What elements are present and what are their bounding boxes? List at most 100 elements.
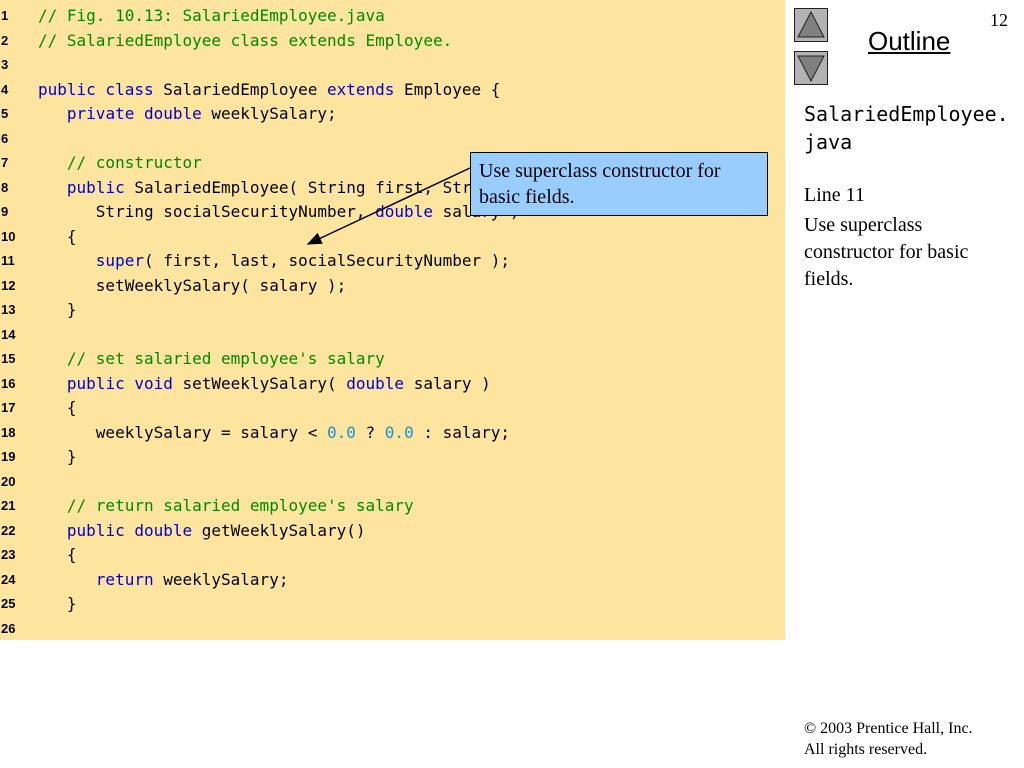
code-token: 0.0 (384, 422, 414, 442)
next-slide-button[interactable] (794, 51, 828, 85)
code-text: } (38, 298, 77, 322)
code-text: setWeeklySalary( salary ); (38, 274, 346, 298)
code-token: } (38, 447, 77, 466)
code-token: 0.0 (326, 422, 356, 442)
code-text: weeklySalary = salary < 0.0 ? 0.0 : sala… (38, 421, 510, 445)
code-text: public class SalariedEmployee extends Em… (38, 78, 500, 102)
code-token: super (95, 251, 144, 270)
code-token: weeklySalary; (153, 569, 289, 589)
line-number: 22 (1, 522, 16, 538)
code-token: double (375, 202, 433, 221)
copyright-line-1: © 2003 Prentice Hall, Inc. (804, 718, 973, 739)
code-text: public void setWeeklySalary( double sala… (38, 372, 491, 396)
code-token: extends (326, 79, 395, 99)
line-number: 12 (1, 277, 16, 293)
code-text: } (38, 592, 77, 616)
code-token: // Fig. 10.13: SalariedEmployee.java (38, 6, 385, 25)
code-token: // return salaried employee's salary (38, 496, 414, 515)
code-token: { (38, 398, 77, 417)
code-token: getWeeklySalary() (192, 520, 366, 540)
previous-slide-button[interactable] (794, 8, 828, 42)
code-token: { (38, 226, 77, 246)
copyright-notice: © 2003 Prentice Hall, Inc. All rights re… (804, 718, 973, 760)
line-number: 8 (1, 179, 9, 195)
line-number: 9 (1, 204, 9, 219)
code-text: String socialSecurityNumber, double sala… (38, 200, 520, 224)
code-text: private double weeklySalary; (38, 102, 337, 126)
code-text: // SalariedEmployee class extends Employ… (38, 29, 452, 53)
code-text: // set salaried employee's salary (38, 347, 385, 371)
line-description: Use superclass constructor for basic fie… (804, 214, 969, 290)
code-text: // return salaried employee's salary (38, 494, 414, 518)
line-number: 6 (1, 130, 9, 146)
code-token: public double (66, 520, 193, 540)
callout-box: Use superclass constructor for basic fie… (470, 152, 768, 216)
file-name-label: SalariedEmployee.java (804, 102, 1009, 154)
code-token: ? (355, 422, 385, 442)
code-token: } (38, 594, 77, 613)
code-token: weeklySalary; (201, 104, 337, 123)
callout-text: Use superclass constructor for basic fie… (479, 160, 721, 208)
code-token: setWeeklySalary( (172, 373, 347, 393)
line-number: 13 (1, 302, 16, 317)
line-number: 19 (1, 449, 16, 464)
code-token: salary ) (404, 373, 491, 393)
code-token: return (95, 569, 154, 589)
copyright-line-2: All rights reserved. (804, 741, 928, 758)
code-token: : salary; (413, 422, 511, 442)
triangle-down-icon (797, 55, 825, 83)
triangle-up-icon (797, 10, 825, 38)
code-token: double (346, 373, 405, 393)
line-number: 15 (1, 351, 16, 366)
line-number: 10 (1, 228, 16, 244)
line-number: 23 (1, 547, 16, 562)
line-number: 5 (1, 106, 9, 121)
code-token: // set salaried employee's salary (38, 349, 385, 368)
code-token: } (38, 300, 77, 319)
code-text: { (38, 225, 77, 249)
line-number: 14 (1, 326, 16, 342)
code-token: SalariedEmployee (153, 79, 327, 99)
copyright-text: 2003 Prentice Hall, Inc. (816, 720, 973, 737)
line-number: 26 (1, 620, 16, 636)
line-number: 21 (1, 498, 16, 513)
page-number: 12 (990, 10, 1008, 30)
code-token: public (66, 177, 125, 197)
code-token: Employee { (394, 79, 501, 99)
line-number: 25 (1, 596, 16, 611)
code-token: private double (66, 104, 202, 123)
code-token: // constructor (38, 153, 202, 172)
code-token: setWeeklySalary( salary ); (38, 275, 347, 295)
line-number: 20 (1, 473, 16, 489)
code-text: { (38, 396, 77, 420)
code-token: public void (66, 373, 173, 393)
code-text: super( first, last, socialSecurityNumber… (38, 249, 510, 273)
code-token: public class (38, 79, 154, 99)
copyright-symbol: © (804, 720, 817, 737)
code-token: { (38, 545, 77, 564)
line-number: 17 (1, 400, 16, 415)
code-text: return weeklySalary; (38, 568, 289, 592)
line-number: 2 (1, 32, 9, 48)
code-token: weeklySalary = salary < (38, 422, 327, 442)
code-token: ( first, last, socialSecurityNumber ); (143, 251, 511, 270)
line-reference: Line 11 (804, 184, 865, 206)
line-number: 24 (1, 571, 16, 587)
code-text: } (38, 445, 77, 469)
code-text: // constructor (38, 151, 202, 175)
code-text: // Fig. 10.13: SalariedEmployee.java (38, 4, 385, 28)
code-text: public double getWeeklySalary() (38, 519, 366, 543)
line-number: 4 (1, 81, 9, 97)
line-number: 7 (1, 155, 9, 170)
code-text: { (38, 543, 77, 567)
line-number: 16 (1, 375, 16, 391)
line-number: 1 (1, 8, 9, 23)
line-number: 3 (1, 57, 9, 72)
outline-link[interactable]: Outline (868, 26, 950, 57)
code-token: // SalariedEmployee class extends Employ… (38, 30, 453, 50)
